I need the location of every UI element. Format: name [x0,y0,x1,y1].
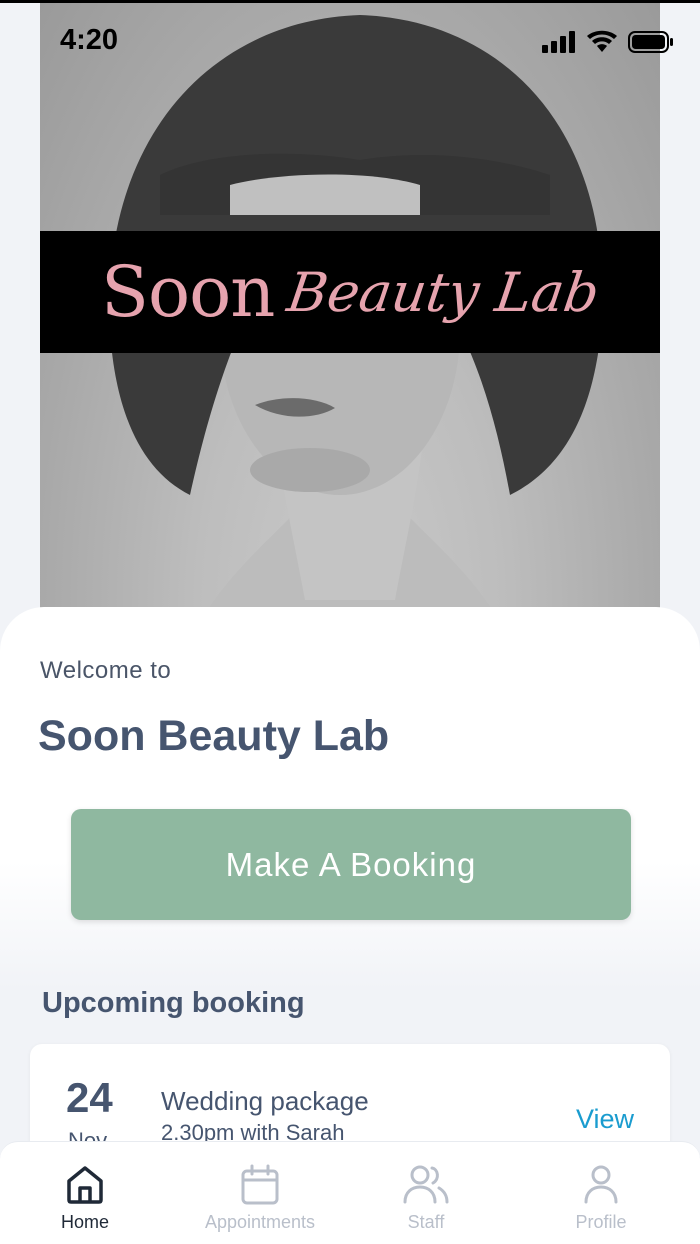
bottom-tab-bar: Home Appointments Staff Profile [0,1141,700,1244]
home-icon [67,1166,103,1204]
user-icon [584,1165,618,1204]
welcome-label: Welcome to [40,657,172,684]
tab-staff[interactable]: Staff [351,1164,501,1233]
brand-logo-script: Beauty Lab [283,260,604,324]
tab-profile[interactable]: Profile [526,1164,676,1233]
tab-profile-label: Profile [575,1212,627,1232]
tab-appointments[interactable]: Appointments [185,1164,335,1233]
make-booking-button[interactable]: Make A Booking [71,809,631,920]
booking-day: 24 [66,1074,113,1121]
view-booking-link[interactable]: View [576,1104,634,1135]
calendar-icon [241,1164,279,1205]
battery-icon [628,31,673,53]
brand-logo-banner: Soon Beauty Lab [40,231,660,353]
status-time: 4:20 [60,24,119,56]
cellular-signal-icon [542,31,575,53]
app-screen: Soon Beauty Lab 4:20 Welcome to Soon Bea… [0,0,700,1244]
status-bar: 4:20 [0,0,700,90]
tab-home-label: Home [60,1212,109,1232]
wifi-icon [587,30,617,52]
booking-service-name: Wedding package [161,1086,369,1116]
users-icon [403,1165,449,1204]
tab-staff-label: Staff [407,1212,445,1232]
status-icons [542,30,674,54]
tab-home[interactable]: Home [10,1164,160,1233]
business-name-heading: Soon Beauty Lab [38,712,390,760]
brand-logo-wordmark: Soon [101,251,275,333]
upcoming-booking-heading: Upcoming booking [42,987,305,1019]
tab-appointments-label: Appointments [204,1212,316,1232]
